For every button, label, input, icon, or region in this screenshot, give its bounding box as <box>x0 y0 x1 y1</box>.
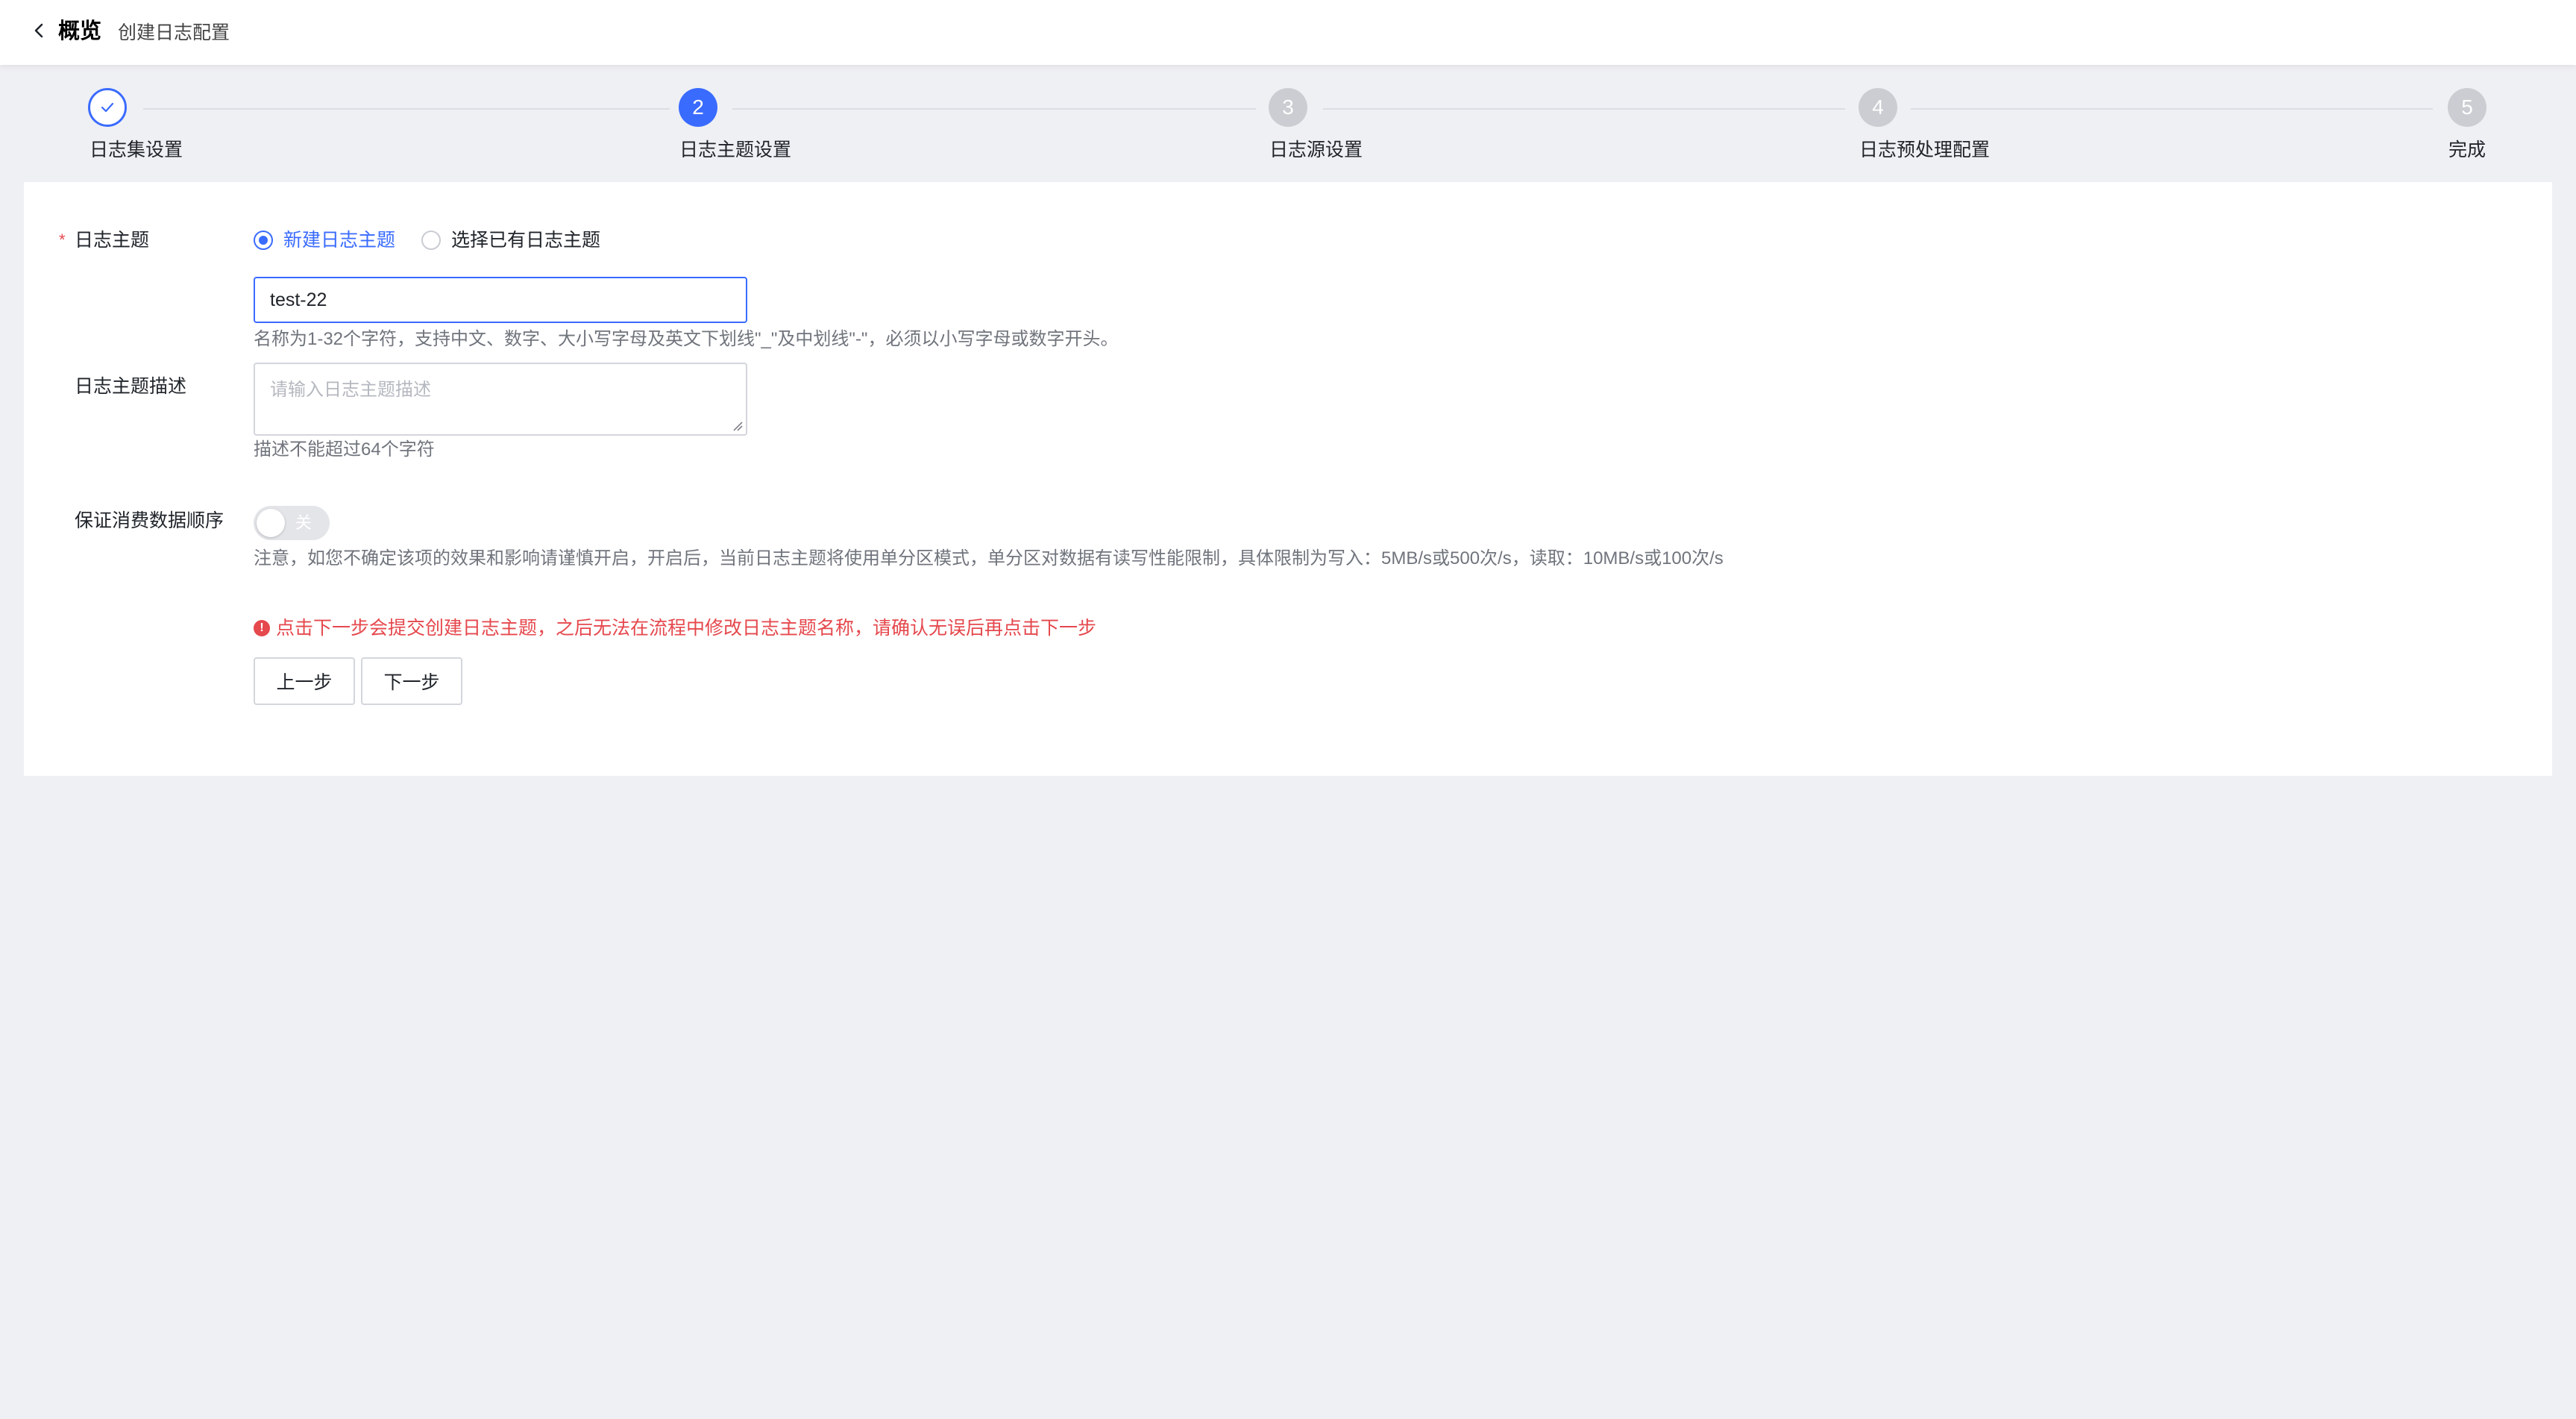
radio-existing-topic[interactable]: 选择已有日志主题 <box>421 228 600 252</box>
topic-name-input[interactable] <box>254 277 747 323</box>
radio-existing-topic-dot[interactable] <box>421 231 441 250</box>
resize-handle-icon[interactable] <box>732 421 743 431</box>
step-2-label: 日志主题设置 <box>679 140 792 160</box>
breadcrumb: 创建日志配置 <box>118 22 230 43</box>
step-1-circle <box>88 88 127 127</box>
step-progress: 日志集设置 2 日志主题设置 3 日志源设置 4 日志预处理配置 5 完成 <box>0 65 2576 182</box>
radio-existing-topic-label[interactable]: 选择已有日志主题 <box>451 228 600 252</box>
step-5-circle: 5 <box>2448 88 2487 127</box>
radio-new-topic[interactable]: 新建日志主题 <box>254 228 395 252</box>
description-textarea[interactable] <box>254 363 747 436</box>
topic-name-hint: 名称为1-32个字符，支持中文、数字、大小写字母及英文下划线"_"及中划线"-"… <box>254 329 1119 349</box>
step-2-circle: 2 <box>679 88 717 127</box>
description-hint: 描述不能超过64个字符 <box>254 439 435 460</box>
step-3-label: 日志源设置 <box>1269 140 1363 160</box>
chevron-left-icon[interactable] <box>28 19 51 42</box>
description-label: 日志主题描述 <box>75 376 187 397</box>
radio-new-topic-dot[interactable] <box>254 231 273 250</box>
order-label: 保证消费数据顺序 <box>75 510 224 531</box>
top-header: 概览 创建日志配置 <box>0 0 2576 65</box>
page-title[interactable]: 概览 <box>58 18 101 45</box>
step-connector <box>732 108 1256 110</box>
step-5-label: 完成 <box>2448 140 2487 160</box>
step-connector <box>1323 108 1845 110</box>
topic-label: 日志主题 <box>75 230 150 251</box>
check-icon <box>101 102 114 113</box>
radio-new-topic-label[interactable]: 新建日志主题 <box>283 228 395 252</box>
form-panel: * 日志主题 新建日志主题 选择已有日志主题 名称为1-32个字符，支持中文、数… <box>24 182 2552 776</box>
prev-button[interactable]: 上一步 <box>254 657 355 705</box>
submit-warning: ! 点击下一步会提交创建日志主题，之后无法在流程中修改日志主题名称，请确认无误后… <box>254 616 1096 640</box>
toggle-state-text: 关 <box>295 513 312 532</box>
step-4-circle: 4 <box>1859 88 1897 127</box>
order-hint: 注意，如您不确定该项的效果和影响请谨慎开启，开启后，当前日志主题将使用单分区模式… <box>254 548 1724 568</box>
step-1-label: 日志集设置 <box>89 140 183 160</box>
step-4-label: 日志预处理配置 <box>1859 140 1991 160</box>
step-connector <box>1911 108 2433 110</box>
toggle-knob <box>257 509 285 537</box>
step-3-circle: 3 <box>1269 88 1307 127</box>
required-mark: * <box>59 231 66 249</box>
error-icon: ! <box>254 620 270 636</box>
step-connector <box>143 108 670 110</box>
warning-text: 点击下一步会提交创建日志主题，之后无法在流程中修改日志主题名称，请确认无误后再点… <box>276 618 1097 639</box>
next-button[interactable]: 下一步 <box>361 657 462 705</box>
order-toggle[interactable]: 关 <box>254 506 330 540</box>
